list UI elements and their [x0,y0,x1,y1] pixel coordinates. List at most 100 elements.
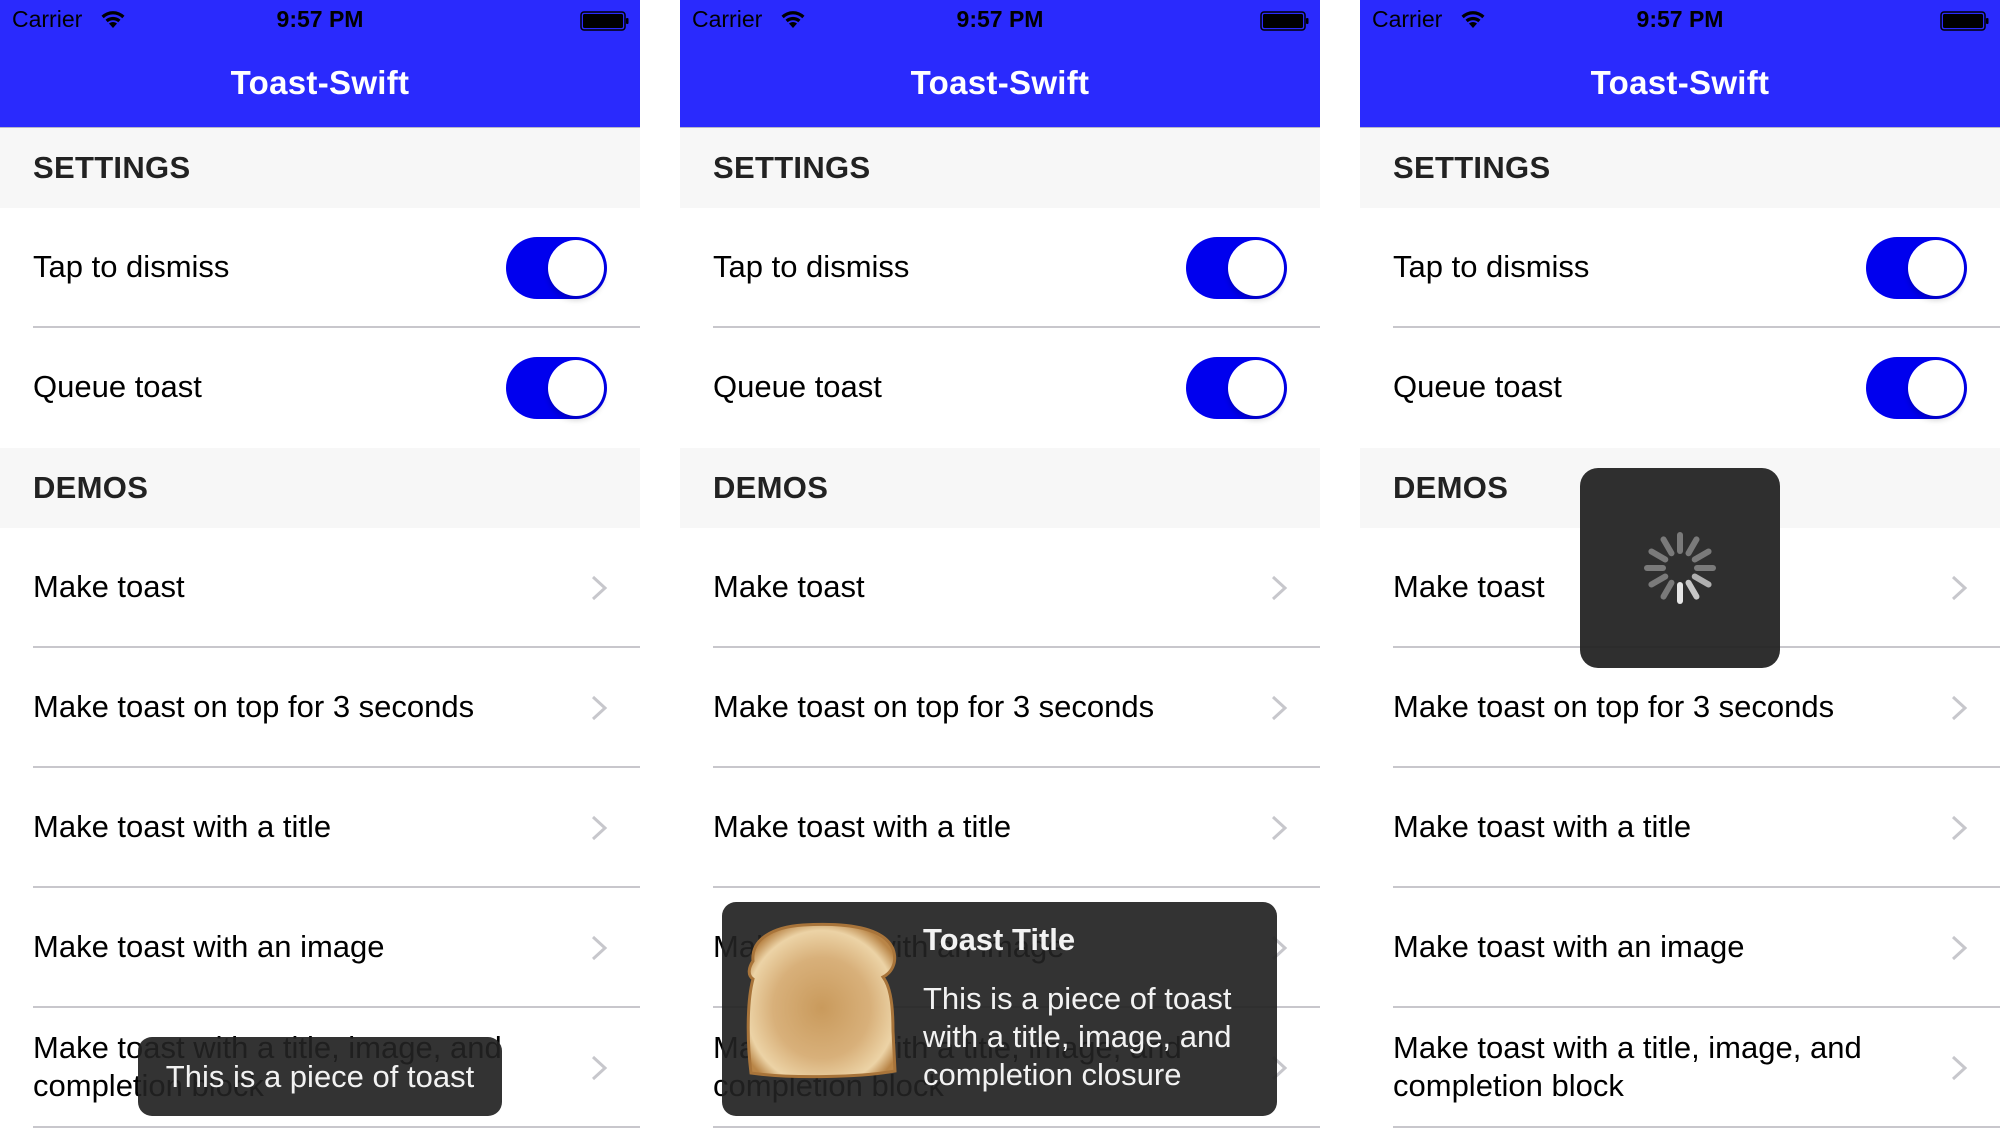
section-header-demos: DEMOS [0,448,640,528]
section-title: DEMOS [33,470,149,505]
row-label: Make toast with an image [33,929,385,964]
activity-indicator-toast [1580,468,1780,668]
navigation-bar: Carrier 9:57 PM Toast-Swift [680,0,1320,128]
toast-bread-image [746,922,897,1079]
settings-row-tap-to-dismiss: Tap to dismiss [680,208,1320,328]
chevron-right-icon [591,815,608,841]
section-header-settings: SETTINGS [1360,128,2000,208]
chevron-right-icon [1951,1055,1968,1081]
nav-title: Toast-Swift [1590,64,1770,101]
screen-activity-toast: Carrier 9:57 PM Toast-Swift SETTINGS Tap… [1360,0,2000,1136]
status-time: 9:57 PM [276,6,364,32]
row-label: Queue toast [33,369,202,404]
row-label: Queue toast [713,369,882,404]
activity-spinner-icon [1644,532,1716,604]
settings-row-tap-to-dismiss: Tap to dismiss [0,208,640,328]
section-title: SETTINGS [33,150,191,185]
status-time: 9:57 PM [956,6,1044,32]
row-label: Make toast on top for 3 seconds [713,689,1155,724]
demo-row-make-toast-on-top[interactable]: Make toast on top for 3 seconds [0,648,640,768]
toggle-knob [1908,240,1964,296]
chevron-right-icon [1951,935,1968,961]
chevron-right-icon [1951,815,1968,841]
row-label: Tap to dismiss [33,249,230,284]
row-label: Tap to dismiss [713,249,910,284]
toggle-knob [1228,240,1284,296]
spinner-spoke [1660,536,1675,557]
spinner-spoke [1685,579,1700,600]
demo-row-make-toast[interactable]: Make toast [680,528,1320,648]
section-title: DEMOS [1393,470,1509,505]
row-label: Make toast with a title [1393,809,1692,844]
status-time: 9:57 PM [1636,6,1724,32]
row-divider [713,1126,1320,1128]
queue-toast-toggle[interactable] [1186,357,1287,419]
toast[interactable]: Toast Title This is a piece of toast wit… [722,902,1277,1116]
chevron-right-icon [1271,695,1288,721]
spinner-spoke [1648,548,1669,563]
toggle-knob [548,360,604,416]
toast-message: This is a piece of toast [165,1058,475,1094]
spinner-spoke [1648,573,1669,588]
toggle-knob [1228,360,1284,416]
chevron-right-icon [591,575,608,601]
section-header-settings: SETTINGS [680,128,1320,208]
chevron-right-icon [1271,815,1288,841]
row-label: Make toast with a title [33,809,332,844]
settings-row-queue-toast: Queue toast [1360,328,2000,448]
section-title: SETTINGS [1393,150,1551,185]
demo-row-make-toast-title-image-completion[interactable]: Make toast with a title, image, and comp… [1360,1008,2000,1128]
row-label: Make toast [713,569,865,604]
queue-toast-toggle[interactable] [1866,357,1967,419]
section-title: DEMOS [713,470,829,505]
tap-to-dismiss-toggle[interactable] [1866,237,1967,299]
demo-row-make-toast-on-top[interactable]: Make toast on top for 3 seconds [680,648,1320,768]
toast-title: Toast Title [923,922,1076,957]
demo-row-make-toast-with-title[interactable]: Make toast with a title [1360,768,2000,888]
demo-row-make-toast-with-image[interactable]: Make toast with an image [1360,888,2000,1008]
section-header-demos: DEMOS [680,448,1320,528]
toggle-knob [1908,360,1964,416]
tap-to-dismiss-toggle[interactable] [1186,237,1287,299]
toast-message: This is a piece of toast with a title, i… [923,981,1232,1092]
section-title: SETTINGS [713,150,871,185]
row-label: Make toast with a title, image, and comp… [1393,1030,1862,1103]
demo-row-make-toast-with-image[interactable]: Make toast with an image [0,888,640,1008]
row-label: Make toast with an image [1393,929,1745,964]
demo-row-make-toast-with-title[interactable]: Make toast with a title [680,768,1320,888]
navigation-bar: Carrier 9:57 PM Toast-Swift [1360,0,2000,128]
row-label: Queue toast [1393,369,1562,404]
screen-simple-toast: Carrier 9:57 PM Toast-Swift SETTINGS Tap… [0,0,640,1136]
demo-row-make-toast-with-title[interactable]: Make toast with a title [0,768,640,888]
chevron-right-icon [1951,695,1968,721]
chevron-right-icon [591,695,608,721]
demo-row-make-toast[interactable]: Make toast [0,528,640,648]
row-label: Make toast [33,569,185,604]
settings-row-queue-toast: Queue toast [0,328,640,448]
spinner-spoke [1660,579,1675,600]
nav-title: Toast-Swift [230,64,410,101]
chevron-right-icon [1271,575,1288,601]
row-divider [33,1126,640,1128]
chevron-right-icon [1951,575,1968,601]
chevron-right-icon [591,935,608,961]
row-label: Tap to dismiss [1393,249,1590,284]
toggle-knob [548,240,604,296]
queue-toast-toggle[interactable] [506,357,607,419]
settings-row-queue-toast: Queue toast [680,328,1320,448]
battery-full-icon [1940,11,1989,31]
section-header-settings: SETTINGS [0,128,640,208]
navigation-bar: Carrier 9:57 PM Toast-Swift [0,0,640,128]
battery-full-icon [1260,11,1309,31]
tap-to-dismiss-toggle[interactable] [506,237,607,299]
settings-row-tap-to-dismiss: Tap to dismiss [1360,208,2000,328]
spinner-spoke [1691,573,1712,588]
screen-rich-toast: Carrier 9:57 PM Toast-Swift SETTINGS Tap… [680,0,1320,1136]
row-divider [1393,1126,2000,1128]
chevron-right-icon [591,1055,608,1081]
row-label: Make toast with a title [713,809,1012,844]
nav-title: Toast-Swift [910,64,1090,101]
spinner-spoke [1691,548,1712,563]
battery-full-icon [580,11,629,31]
toast[interactable]: This is a piece of toast [138,1037,502,1116]
